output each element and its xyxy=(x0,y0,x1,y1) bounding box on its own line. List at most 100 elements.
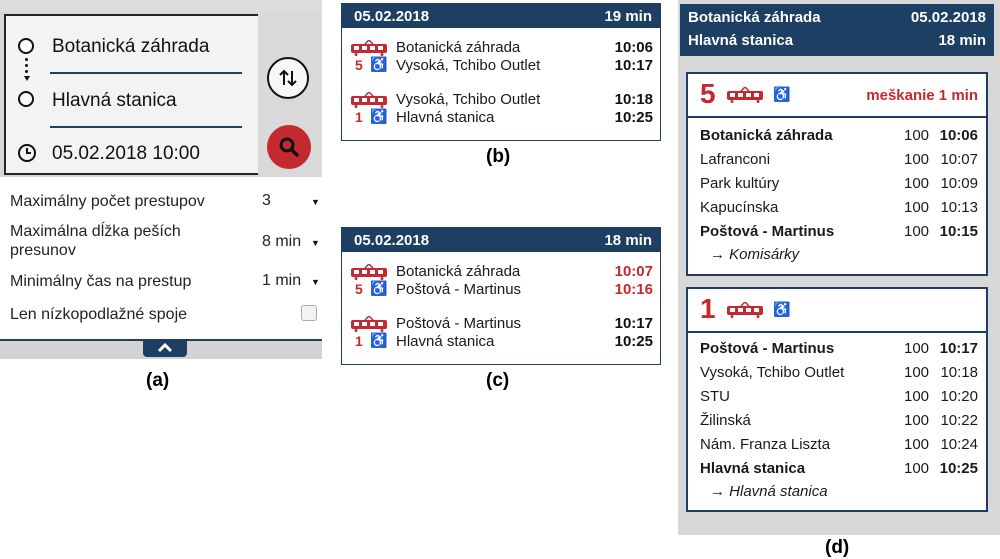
search-icon xyxy=(279,137,299,157)
departure-time: 10:17 xyxy=(614,315,653,332)
origin-circle-icon xyxy=(18,38,34,54)
tram-icon xyxy=(727,302,763,318)
caption-d: (d) xyxy=(825,537,850,558)
departure-stop: Botanická záhrada xyxy=(396,263,521,280)
segment-header: 1 ♿ xyxy=(688,289,986,333)
result-date: 05.02.2018 xyxy=(354,232,430,249)
result-header: 05.02.2018 18 min xyxy=(342,228,660,252)
tram-icon xyxy=(727,87,763,103)
result-duration: 19 min xyxy=(604,8,652,25)
departure-time: 10:06 xyxy=(614,39,653,56)
departure-stop: Poštová - Martinus xyxy=(396,315,522,332)
search-button[interactable] xyxy=(267,125,311,169)
arrival-stop: Vysoká, Tchibo Outlet xyxy=(396,57,541,74)
tram-icon xyxy=(351,264,387,280)
tram-icon xyxy=(351,92,387,108)
line-number: 1 xyxy=(700,293,716,324)
option-label: Len nízkopodlažné spoje xyxy=(10,306,188,323)
tram-icon xyxy=(351,316,387,332)
option-value[interactable]: 1 min xyxy=(262,272,301,290)
result-date: 05.02.2018 xyxy=(354,8,430,25)
result-duration: 18 min xyxy=(604,232,652,249)
stop-row: Poštová - Martinus 100 10:15 xyxy=(700,223,978,240)
departure-time-delayed: 10:07 xyxy=(614,263,653,280)
stop-row: Vysoká, Tchibo Outlet 100 10:18 xyxy=(700,364,978,381)
delay-badge: meškanie 1 min xyxy=(866,87,978,104)
direction-label: → Komisárky xyxy=(710,246,800,263)
tram-icon xyxy=(351,40,387,56)
line-number: 5 xyxy=(355,57,363,73)
destination-input[interactable]: Hlavná stanica xyxy=(52,90,177,112)
wheelchair-icon: ♿ xyxy=(370,56,388,72)
clock-icon xyxy=(18,144,36,162)
trip-origin: Botanická záhrada xyxy=(688,9,821,26)
segment-header: 5 ♿ meškanie 1 min xyxy=(688,74,986,118)
wheelchair-icon: ♿ xyxy=(773,86,791,102)
arrival-time: 10:25 xyxy=(614,333,653,350)
origin-input[interactable]: Botanická záhrada xyxy=(52,36,209,58)
option-label: Maximálna dĺžka peších presunov xyxy=(10,223,181,259)
stop-row: Botanická záhrada 100 10:06 xyxy=(700,127,978,144)
trip-leg: 1 ♿ Vysoká, Tchibo Outlet 10:18 Hlavná s… xyxy=(342,90,660,128)
trip-detail-header: Botanická záhrada 05.02.2018 Hlavná stan… xyxy=(680,4,994,56)
caption-c: (c) xyxy=(486,370,510,391)
stop-row: Hlavná stanica 100 10:25 xyxy=(700,460,978,477)
result-card-c[interactable]: 05.02.2018 18 min 5 ♿ Botanická záhrada … xyxy=(341,227,661,365)
caret-down-icon: ▼ xyxy=(311,197,320,207)
option-label: Maximálny počet prestupov xyxy=(10,193,205,210)
top-bar xyxy=(0,0,322,12)
destination-circle-icon xyxy=(18,91,34,107)
caret-down-icon: ▼ xyxy=(311,277,320,287)
trip-leg: 1 ♿ Poštová - Martinus 10:17 Hlavná stan… xyxy=(342,314,660,352)
line-number: 1 xyxy=(355,333,363,349)
line-number: 5 xyxy=(355,281,363,297)
wheelchair-icon: ♿ xyxy=(370,108,388,124)
segment-card[interactable]: 5 ♿ meškanie 1 min Botanická záhrada 100 1… xyxy=(686,72,988,276)
arrival-stop: Hlavná stanica xyxy=(396,109,495,126)
segment-card[interactable]: 1 ♿ Poštová - Martinus 100 10:17 Vysoká, T… xyxy=(686,287,988,512)
arrival-time: 10:17 xyxy=(614,57,653,74)
trip-leg: 5 ♿ Botanická záhrada 10:07 Poštová - Ma… xyxy=(342,262,660,300)
route-dots-icon xyxy=(24,58,30,84)
stop-row: Park kultúry 100 10:09 xyxy=(700,175,978,192)
collapse-button[interactable] xyxy=(143,339,187,357)
result-card-b[interactable]: 05.02.2018 19 min 5 ♿ Botanická záhrada … xyxy=(341,3,661,141)
wheelchair-icon: ♿ xyxy=(370,280,388,296)
stop-row: Kapucínska 100 10:13 xyxy=(700,199,978,216)
direction-label: → Hlavná stanica xyxy=(710,483,828,500)
option-value[interactable]: 3 xyxy=(262,192,271,210)
low-floor-checkbox[interactable] xyxy=(301,305,317,321)
trip-destination: Hlavná stanica xyxy=(688,32,794,49)
destination-underline xyxy=(50,126,242,128)
arrival-time-delayed: 10:16 xyxy=(614,281,653,298)
datetime-input[interactable]: 05.02.2018 10:00 xyxy=(52,143,200,165)
stop-row: Lafranconi 100 10:07 xyxy=(700,151,978,168)
result-header: 05.02.2018 19 min xyxy=(342,4,660,28)
departure-stop: Vysoká, Tchibo Outlet xyxy=(396,91,541,108)
option-value[interactable]: 8 min xyxy=(262,233,301,251)
option-label: Minimálny čas na prestup xyxy=(10,273,192,290)
trip-detail-panel: Botanická záhrada 05.02.2018 Hlavná stan… xyxy=(678,0,1000,535)
origin-underline xyxy=(50,72,242,74)
swap-button[interactable] xyxy=(267,57,309,99)
stop-row: Nám. Franza Liszta 100 10:24 xyxy=(700,436,978,453)
departure-stop: Botanická záhrada xyxy=(396,39,521,56)
swap-arrows-icon xyxy=(279,69,297,87)
chevron-up-icon xyxy=(157,343,173,353)
arrival-stop: Hlavná stanica xyxy=(396,333,495,350)
stop-row: Žilinská 100 10:22 xyxy=(700,412,978,429)
trip-leg: 5 ♿ Botanická záhrada 10:06 Vysoká, Tchi… xyxy=(342,38,660,76)
stop-row: STU 100 10:20 xyxy=(700,388,978,405)
line-number: 5 xyxy=(700,78,716,109)
departure-time: 10:18 xyxy=(614,91,653,108)
trip-duration: 18 min xyxy=(938,32,986,49)
caption-b: (b) xyxy=(486,146,511,167)
arrival-stop: Poštová - Martinus xyxy=(396,281,522,298)
caption-a: (a) xyxy=(146,370,170,391)
caret-down-icon: ▼ xyxy=(311,238,320,248)
line-number: 1 xyxy=(355,109,363,125)
arrival-time: 10:25 xyxy=(614,109,653,126)
trip-date: 05.02.2018 xyxy=(910,9,986,26)
wheelchair-icon: ♿ xyxy=(370,332,388,348)
stop-row: Poštová - Martinus 100 10:17 xyxy=(700,340,978,357)
